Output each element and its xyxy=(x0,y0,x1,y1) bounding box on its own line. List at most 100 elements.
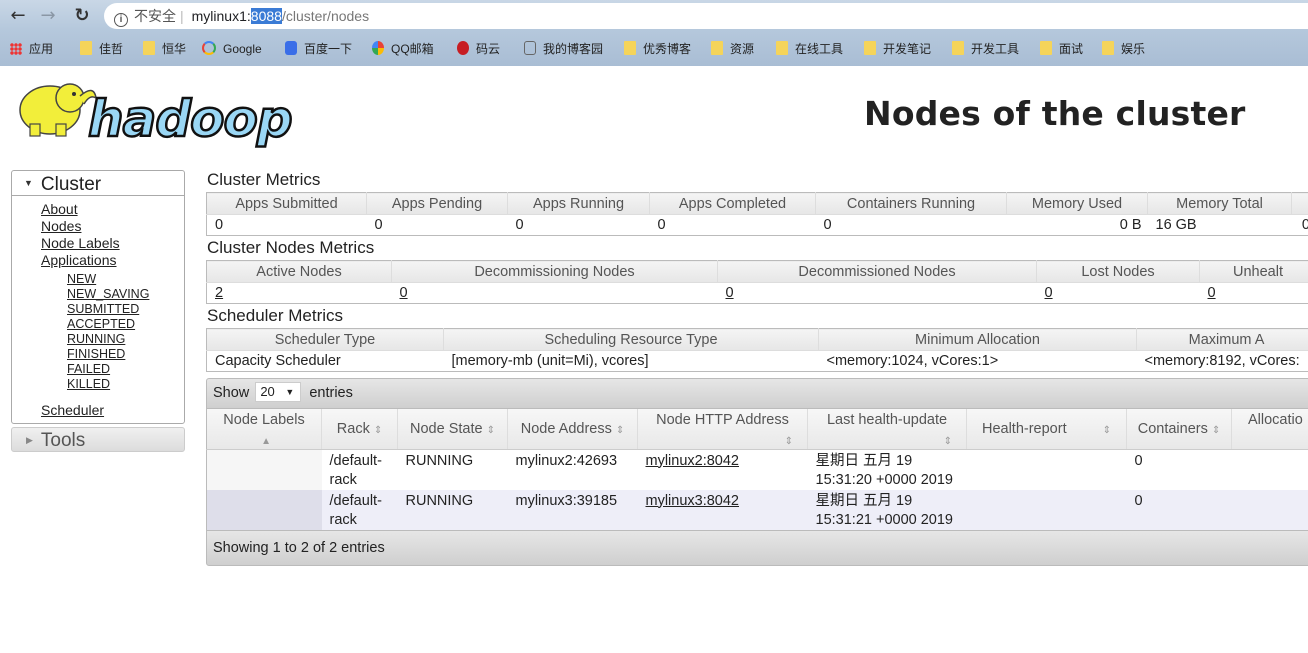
col-node-http-address[interactable]: Node HTTP Address ⇕ xyxy=(637,409,808,450)
link-decommissioned-nodes[interactable]: 0 xyxy=(726,285,734,301)
cell-allocation xyxy=(1231,489,1308,530)
bookmark-folder[interactable]: 资源 xyxy=(711,40,754,58)
bookmark-label: 应用 xyxy=(29,42,54,56)
google-icon xyxy=(202,41,216,55)
link-active-nodes[interactable]: 2 xyxy=(215,285,223,301)
bookmark-google[interactable]: Google xyxy=(202,40,262,58)
app-state-running[interactable]: RUNNING xyxy=(67,332,184,347)
url-port-selected: 8088 xyxy=(250,8,282,24)
bookmark-cnblogs[interactable]: 我的博客园 xyxy=(524,40,603,58)
app-state-accepted[interactable]: ACCEPTED xyxy=(67,317,184,332)
cell-health-report xyxy=(966,449,1127,490)
sort-icon: ⇕ xyxy=(486,424,495,436)
dropdown-arrow-icon: ▼ xyxy=(285,387,295,398)
sidebar-nav: ▼ Cluster About Nodes Node Labels Applica… xyxy=(11,170,185,452)
cluster-nodes-metrics-table: Active Nodes Decommissioning Nodes Decom… xyxy=(206,260,1308,304)
value-memory-used: 0 B xyxy=(1119,217,1142,233)
entries-label: entries xyxy=(309,385,353,401)
app-state-finished[interactable]: FINISHED xyxy=(67,347,184,362)
link-lost-nodes[interactable]: 0 xyxy=(1045,285,1053,301)
value-scheduler-type: Capacity Scheduler xyxy=(215,353,341,369)
health-update-date: 星期日 五月 19 xyxy=(815,452,913,469)
sidebar-link-nodes[interactable]: Nodes xyxy=(41,218,184,235)
security-label: 不安全 xyxy=(134,8,176,24)
bookmark-baidu[interactable]: 百度一下 xyxy=(285,40,352,58)
app-state-new-saving[interactable]: NEW_SAVING xyxy=(67,287,184,302)
sidebar-link-applications[interactable]: Applications xyxy=(41,252,184,269)
sort-icon: ⇕ xyxy=(1102,424,1111,436)
bookmark-label: 在线工具 xyxy=(795,42,844,56)
app-state-killed[interactable]: KILLED xyxy=(67,377,184,392)
bookmark-label: 优秀博客 xyxy=(643,42,692,56)
sort-icon: ⇕ xyxy=(615,424,625,436)
col-containers[interactable]: Containers ⇕ xyxy=(1126,409,1232,450)
elephant-icon: hadoop xyxy=(19,83,294,149)
col-rack[interactable]: Rack ⇕ xyxy=(321,409,398,450)
bookmark-folder[interactable]: 开发工具 xyxy=(952,40,1019,58)
folder-icon xyxy=(1040,41,1052,55)
address-bar[interactable]: i 不安全 | mylinux1:8088/cluster/nodes xyxy=(104,3,1308,29)
cell-node-http-address: mylinux2:8042 xyxy=(637,449,808,490)
col-health-report[interactable]: Health-report ⇕ xyxy=(966,409,1127,450)
sidebar-link-about[interactable]: About xyxy=(41,201,184,218)
reload-button[interactable]: ↻ xyxy=(70,4,94,28)
col-node-labels[interactable]: Node Labels ▲ xyxy=(206,409,322,450)
scheduler-metrics-title: Scheduler Metrics xyxy=(207,306,344,325)
cell-node-state: RUNNING xyxy=(397,489,508,530)
app-state-new[interactable]: NEW xyxy=(67,272,184,287)
value-scheduling-resource-type: [memory-mb (unit=Mi), vcores] xyxy=(451,353,649,369)
sidebar-link-scheduler[interactable]: Scheduler xyxy=(41,402,184,419)
bookmark-apps[interactable]: 应用 xyxy=(10,40,53,58)
cell-last-health-update: 星期日 五月 19 15:31:21 +0000 2019 xyxy=(807,489,967,530)
logo-text: hadoop xyxy=(88,90,292,148)
qqmail-icon xyxy=(372,41,384,55)
col-containers-running: Containers Running xyxy=(815,192,1007,215)
health-update-date: 星期日 五月 19 xyxy=(815,492,913,509)
node-http-link[interactable]: mylinux2:8042 xyxy=(646,453,740,469)
link-decommissioning-nodes[interactable]: 0 xyxy=(400,285,408,301)
col-node-state[interactable]: Node State ⇕ xyxy=(397,409,508,450)
value-memory-total: 16 GB xyxy=(1155,217,1197,233)
cell-node-address: mylinux2:42693 xyxy=(507,449,638,490)
col-memory-total: Memory Total xyxy=(1147,192,1292,215)
back-button[interactable]: ← xyxy=(6,4,30,28)
cell-node-http-address: mylinux3:8042 xyxy=(637,489,808,530)
main-content: Cluster Metrics Apps Submitted Apps Pend… xyxy=(206,168,1308,566)
sort-icon: ⇕ xyxy=(373,424,383,436)
cell-allocation xyxy=(1231,449,1308,490)
app-state-submitted[interactable]: SUBMITTED xyxy=(67,302,184,317)
node-http-link[interactable]: mylinux3:8042 xyxy=(646,493,740,509)
header-label: Node Address xyxy=(520,420,612,437)
tools-section[interactable]: ▶ Tools xyxy=(11,427,185,452)
bookmark-folder[interactable]: 佳哲 xyxy=(80,40,123,58)
app-state-failed[interactable]: FAILED xyxy=(67,362,184,377)
bookmark-qqmail[interactable]: QQ邮箱 xyxy=(372,40,434,58)
bookmark-folder[interactable]: 娱乐 xyxy=(1102,40,1145,58)
bookmark-folder[interactable]: 恒华 xyxy=(143,40,186,58)
sidebar-link-node-labels[interactable]: Node Labels xyxy=(41,235,184,252)
bookmark-label: 资源 xyxy=(730,42,755,56)
cluster-metrics-title: Cluster Metrics xyxy=(207,170,321,189)
link-unhealthy-nodes[interactable]: 0 xyxy=(1208,285,1216,301)
header-label: Last health-update xyxy=(826,412,948,428)
cluster-header[interactable]: ▼ Cluster xyxy=(12,171,184,196)
bookmark-folder[interactable]: 面试 xyxy=(1040,40,1083,58)
health-update-time: 15:31:21 +0000 2019 xyxy=(815,511,953,528)
info-icon[interactable]: i xyxy=(114,13,128,27)
col-active-nodes: Active Nodes xyxy=(206,260,392,283)
bookmark-folder[interactable]: 在线工具 xyxy=(776,40,843,58)
hadoop-logo[interactable]: hadoop xyxy=(12,74,312,149)
bookmark-folder[interactable]: 开发笔记 xyxy=(864,40,931,58)
col-last-health-update[interactable]: Last health-update ⇕ xyxy=(807,409,967,450)
bookmark-folder[interactable]: 优秀博客 xyxy=(624,40,691,58)
bookmark-gitee[interactable]: 码云 xyxy=(457,40,500,58)
cell-rack: /default-rack xyxy=(321,449,398,490)
col-node-address[interactable]: Node Address ⇕ xyxy=(507,409,638,450)
cluster-section: ▼ Cluster About Nodes Node Labels Applica… xyxy=(11,170,185,424)
value-apps-submitted: 0 xyxy=(215,217,224,233)
table-row: /default-rack RUNNING mylinux2:42693 myl… xyxy=(206,449,1308,490)
forward-button[interactable]: → xyxy=(36,4,60,28)
browser-chrome: ← → ↻ i 不安全 | mylinux1:8088/cluster/nodes 应… xyxy=(0,0,1308,66)
page-size-select[interactable]: 20 ▼ xyxy=(255,382,302,403)
col-allocation[interactable]: Allocatio xyxy=(1231,409,1308,450)
